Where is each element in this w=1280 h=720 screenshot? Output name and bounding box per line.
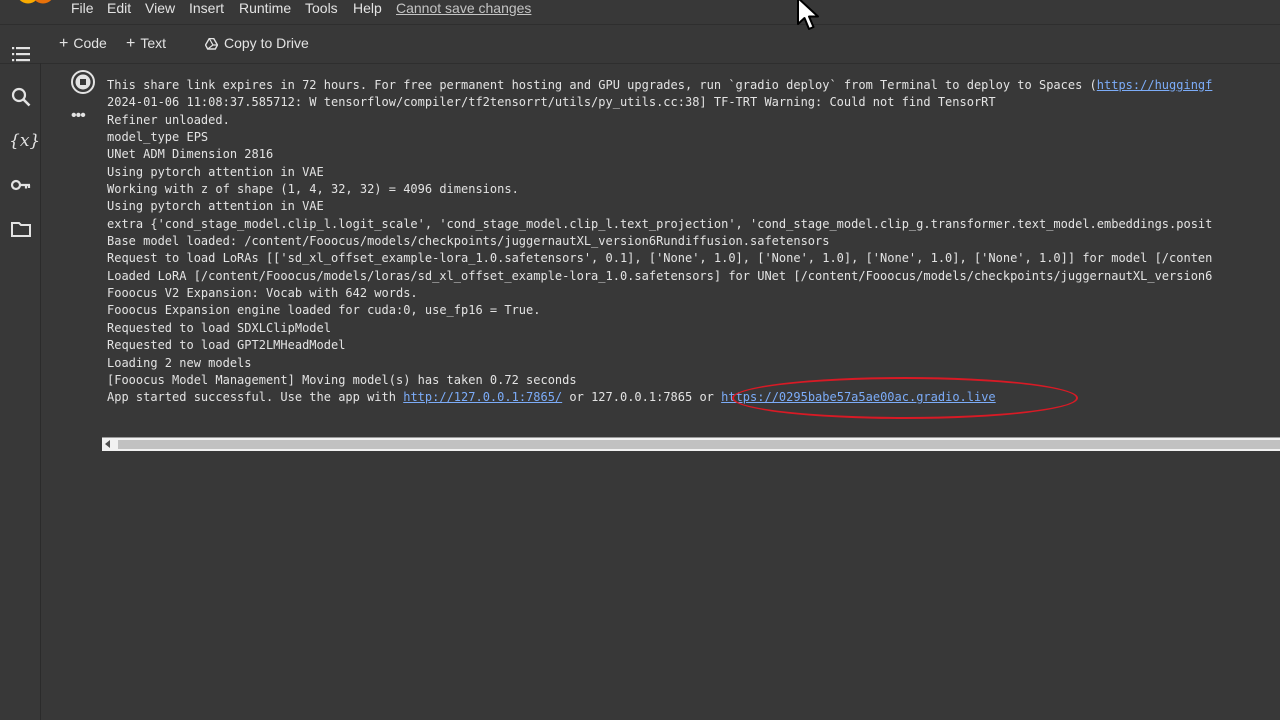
menu-bar: File Edit View Insert Runtime Tools Help… — [0, 0, 1280, 24]
add-text-cell-button[interactable]: + Text — [126, 34, 166, 53]
output-line: Fooocus Expansion engine loaded for cuda… — [107, 303, 541, 318]
menu-help[interactable]: Help — [353, 0, 382, 17]
output-line: model_type EPS — [107, 130, 209, 145]
output-line: Request to load LoRAs [['sd_xl_offset_ex… — [107, 251, 1213, 266]
output-line: [Fooocus Model Management] Moving model(… — [107, 372, 577, 387]
menu-view[interactable]: View — [145, 0, 175, 17]
plus-icon: + — [126, 35, 136, 52]
output-line: Working with z of shape (1, 4, 32, 32) =… — [107, 182, 519, 197]
output-line: Loaded LoRA [/content/Fooocus/models/lor… — [107, 268, 1213, 283]
public-gradio-link[interactable]: https://0295babe57a5ae00ac.gradio.live — [721, 390, 996, 404]
menu-runtime[interactable]: Runtime — [239, 0, 291, 17]
drive-icon — [204, 37, 219, 50]
add-text-label: Text — [140, 35, 167, 51]
menu-edit[interactable]: Edit — [107, 0, 131, 17]
copy-to-drive-label: Copy to Drive — [224, 35, 309, 51]
search-icon[interactable] — [9, 85, 33, 109]
menu-insert[interactable]: Insert — [189, 0, 224, 17]
output-line: UNet ADM Dimension 2816 — [107, 147, 274, 162]
output-line: extra {'cond_stage_model.clip_l.logit_sc… — [107, 216, 1213, 231]
copy-to-drive-button[interactable]: Copy to Drive — [204, 34, 309, 52]
app-started-prefix: App started successful. Use the app with — [107, 390, 404, 405]
scroll-left-arrow-icon[interactable] — [105, 440, 110, 448]
key-icon[interactable] — [9, 173, 33, 197]
run-stop-icon — [71, 70, 95, 94]
output-line: Using pytorch attention in VAE — [107, 199, 324, 214]
output-actions-icon[interactable]: ••• — [71, 108, 86, 124]
run-cell-button[interactable] — [70, 69, 96, 95]
scrollbar-thumb[interactable] — [118, 440, 1280, 449]
variables-icon[interactable]: {x} — [9, 129, 40, 153]
output-line: Base model loaded: /content/Fooocus/mode… — [107, 234, 830, 249]
huggingface-link[interactable]: https://huggingf — [1097, 78, 1213, 92]
output-line: This share link expires in 72 hours. For… — [107, 77, 1280, 94]
local-url-link[interactable]: http://127.0.0.1:7865/ — [403, 390, 562, 404]
menu-tools[interactable]: Tools — [305, 0, 338, 17]
folder-icon[interactable] — [9, 217, 33, 241]
output-line-app-started: App started successful. Use the app with… — [107, 389, 1280, 406]
menu-file[interactable]: File — [71, 0, 94, 17]
output-line: Using pytorch attention in VAE — [107, 164, 324, 179]
output-line: Loading 2 new models — [107, 355, 252, 370]
output-line-text: This share link expires in 72 hours. For… — [107, 78, 1097, 92]
notebook-toolbar: + Code + Text Copy to Drive — [0, 24, 1280, 64]
add-code-label: Code — [73, 35, 107, 51]
cannot-save-changes-link[interactable]: Cannot save changes — [396, 0, 531, 17]
output-horizontal-scrollbar[interactable] — [102, 437, 1280, 451]
plus-icon: + — [59, 35, 69, 52]
colab-logo-icon[interactable] — [16, 0, 54, 6]
app-started-middle: or 127.0.0.1:7865 or — [562, 390, 722, 405]
add-code-cell-button[interactable]: + Code — [59, 34, 107, 53]
output-line: Requested to load SDXLClipModel — [107, 320, 331, 335]
table-of-contents-icon[interactable] — [9, 42, 33, 66]
output-line: 2024-01-06 11:08:37.585712: W tensorflow… — [107, 95, 996, 110]
output-line: Fooocus V2 Expansion: Vocab with 642 wor… — [107, 286, 418, 301]
output-line: Refiner unloaded. — [107, 112, 230, 127]
cell-output: This share link expires in 72 hours. For… — [107, 77, 1280, 417]
left-sidebar: {x} — [0, 47, 41, 720]
output-line: Requested to load GPT2LMHeadModel — [107, 338, 346, 353]
